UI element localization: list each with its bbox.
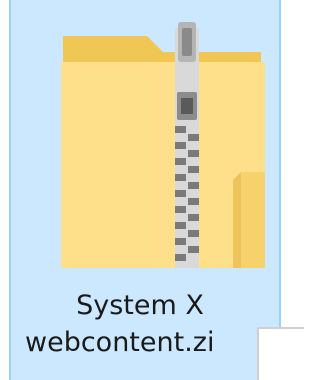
- file-name-line-1: System X: [76, 290, 204, 321]
- file-name-label: System X webcontent.zi: [11, 287, 269, 361]
- explorer-view: System X webcontent.zi: [0, 0, 304, 380]
- file-name-line-2: webcontent.zi: [25, 327, 215, 358]
- overlapping-window-edge: [257, 327, 304, 380]
- file-item-selected[interactable]: System X webcontent.zi: [9, 0, 281, 380]
- zip-folder-icon: [57, 22, 269, 272]
